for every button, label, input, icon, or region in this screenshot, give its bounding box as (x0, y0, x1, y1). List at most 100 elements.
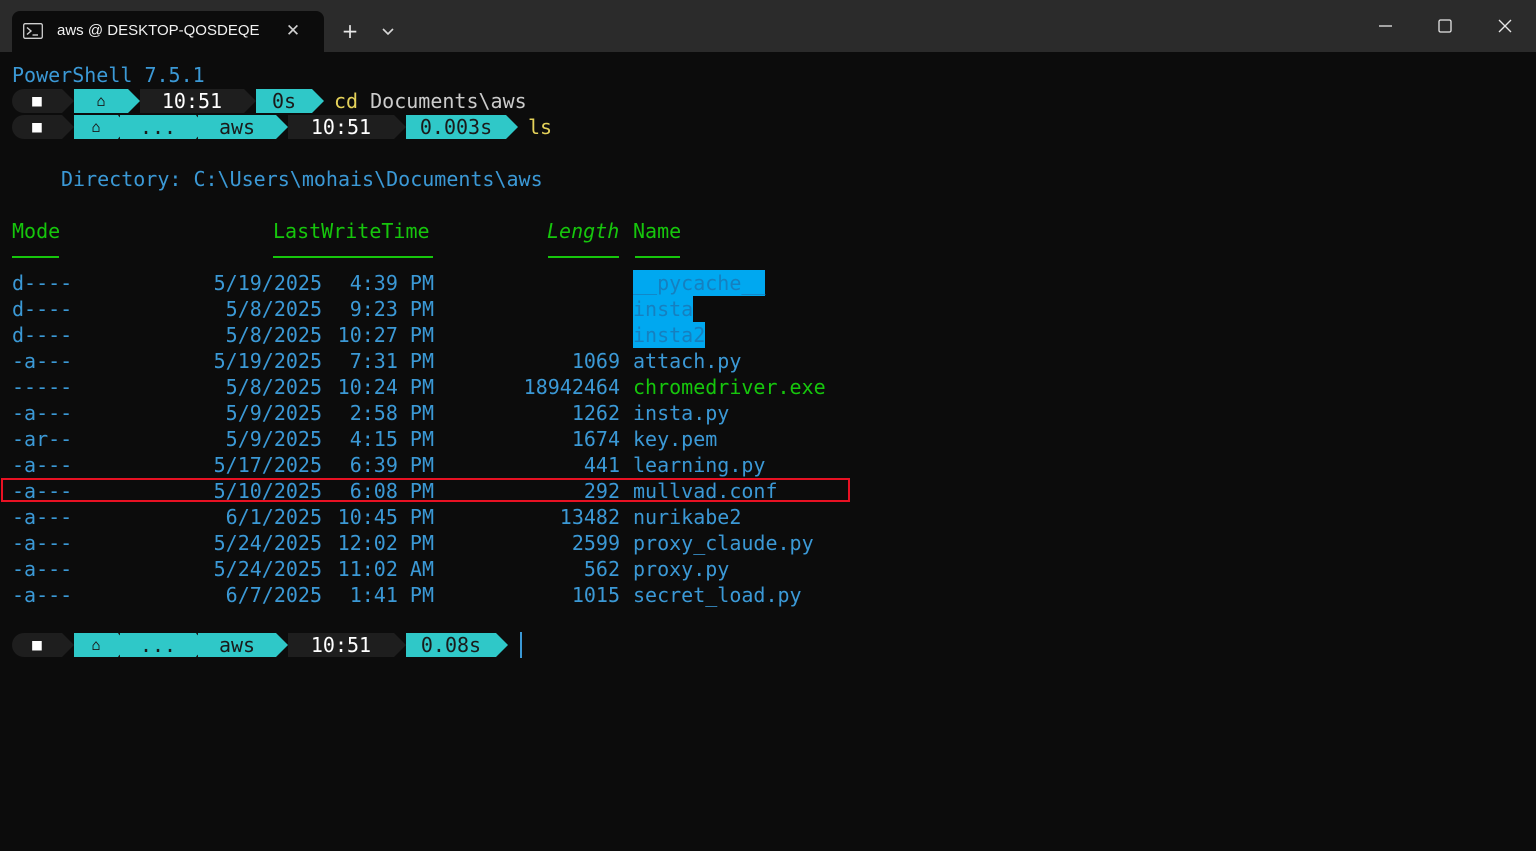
column-header-length: Length (547, 219, 620, 243)
prompt-segment: ... (120, 115, 196, 139)
table-row[interactable]: -a--- 5/24/2025 11:02 AM 562 proxy.py (0, 556, 860, 582)
mode-cell: d---- (12, 323, 73, 347)
prompt-segment: ... (120, 633, 196, 657)
length-cell: 1262 (571, 401, 620, 425)
mode-cell: -a--- (12, 583, 73, 607)
time-cell: 1:41 PM (349, 583, 434, 607)
table-row[interactable]: d---- 5/8/2025 9:23 PM insta (0, 296, 860, 322)
column-header-mode: Mode (12, 219, 61, 243)
length-cell: 1069 (571, 349, 620, 373)
prompt-segment: 0s (256, 89, 312, 113)
name-cell: insta.py (633, 401, 730, 425)
date-cell: 5/8/2025 (225, 323, 322, 347)
table-row[interactable]: -a--- 5/19/2025 7:31 PM 1069 attach.py (0, 348, 860, 374)
table-row[interactable]: -a--- 6/1/2025 10:45 PM 13482 nurikabe2 (0, 504, 860, 530)
date-cell: 5/9/2025 (225, 401, 322, 425)
command-text: ls (528, 114, 552, 140)
prompt-segment: 10:51 (140, 89, 244, 113)
time-cell: 4:39 PM (349, 271, 434, 295)
highlight-box (1, 478, 850, 502)
column-header-lastwritetime: LastWriteTime (273, 219, 430, 243)
column-header-name: Name (633, 219, 682, 243)
name-cell: secret_load.py (633, 583, 802, 607)
terminal-prompt-icon (23, 23, 43, 39)
prompt-segment: aws (198, 115, 276, 139)
name-cell: chromedriver.exe (633, 375, 826, 399)
close-window-button[interactable] (1482, 6, 1528, 46)
date-cell: 5/24/2025 (213, 557, 322, 581)
length-cell: 562 (583, 557, 620, 581)
square-icon: ■ (12, 633, 62, 657)
name-cell: proxy.py (633, 557, 730, 581)
prompt-segment: aws (198, 633, 276, 657)
date-cell: 6/7/2025 (225, 583, 322, 607)
mode-cell: d---- (12, 271, 73, 295)
powerline-arrow (506, 115, 518, 139)
table-row[interactable]: -ar-- 5/9/2025 4:15 PM 1674 key.pem (0, 426, 860, 452)
prompt-segment: 10:51 (288, 115, 394, 139)
time-cell: 10:45 PM (337, 505, 434, 529)
command-args: Documents\aws (358, 89, 527, 113)
minimize-button[interactable] (1362, 6, 1408, 46)
powerline-arrow (496, 633, 508, 657)
table-row[interactable]: -a--- 5/24/2025 12:02 PM 2599 proxy_claude.p… (0, 530, 860, 556)
name-cell: insta (633, 296, 694, 322)
table-row[interactable]: -a--- 6/7/2025 1:41 PM 1015 secret_load.py (0, 582, 860, 608)
date-cell: 5/8/2025 (225, 297, 322, 321)
time-cell: 12:02 PM (337, 531, 434, 555)
prompt-segment: 0.08s (406, 633, 496, 657)
prompt-segment: 10:51 (288, 633, 394, 657)
length-cell: 441 (583, 453, 620, 477)
title-bar: aws @ DESKTOP-QOSDEQE ✕ + (0, 0, 1536, 52)
chevron-down-icon[interactable] (372, 16, 404, 46)
tab-title: aws @ DESKTOP-QOSDEQE (57, 22, 260, 39)
table-row[interactable]: -a--- 5/17/2025 6:39 PM 441 learning.py (0, 452, 860, 478)
command-text: cd Documents\aws (334, 88, 527, 114)
mode-cell: ----- (12, 375, 73, 399)
tab-close-button[interactable]: ✕ (280, 19, 306, 43)
mode-cell: -a--- (12, 505, 73, 529)
length-cell: 2599 (571, 531, 620, 555)
time-cell: 10:24 PM (337, 375, 434, 399)
powerline-arrow (312, 89, 324, 113)
mode-cell: -a--- (12, 453, 73, 477)
name-cell: nurikabe2 (633, 505, 742, 529)
mode-cell: -ar-- (12, 427, 73, 451)
command-name: cd (334, 89, 359, 113)
mode-cell: d---- (12, 297, 73, 321)
header-underline (273, 256, 433, 258)
length-cell: 13482 (559, 505, 620, 529)
table-row[interactable]: ----- 5/8/2025 10:24 PM 18942464 chromedrive… (0, 374, 860, 400)
name-cell: __pycache__ (633, 270, 766, 296)
table-row[interactable]: -a--- 5/9/2025 2:58 PM 1262 insta.py (0, 400, 860, 426)
time-cell: 2:58 PM (349, 401, 434, 425)
new-tab-button[interactable]: + (334, 16, 366, 46)
date-cell: 5/9/2025 (225, 427, 322, 451)
date-cell: 5/19/2025 (213, 271, 322, 295)
text-cursor (520, 632, 522, 658)
home-icon: ⌂ (74, 633, 118, 657)
header-underline (548, 256, 619, 258)
tab-aws[interactable]: aws @ DESKTOP-QOSDEQE ✕ (12, 11, 324, 52)
maximize-button[interactable] (1422, 6, 1468, 46)
powershell-banner: PowerShell 7.5.1 (12, 63, 205, 87)
name-cell: insta2 (633, 322, 706, 348)
header-underline (635, 256, 680, 258)
name-cell: attach.py (633, 349, 742, 373)
home-icon: ⌂ (74, 115, 118, 139)
command-name: ls (528, 115, 553, 139)
time-cell: 9:23 PM (349, 297, 434, 321)
directory-label: Directory: C:\Users\mohais\Documents\aws (61, 167, 543, 191)
home-icon: ⌂ (74, 89, 128, 113)
prompt-segment: 0.003s (406, 115, 506, 139)
date-cell: 6/1/2025 (225, 505, 322, 529)
terminal-output[interactable]: PowerShell 7.5.1 ■ ⌂ 10:51 0s cd Documents\a… (0, 52, 1536, 851)
date-cell: 5/24/2025 (213, 531, 322, 555)
name-cell: proxy_claude.py (633, 531, 814, 555)
length-cell: 18942464 (523, 375, 620, 399)
name-cell: learning.py (633, 453, 766, 477)
mode-cell: -a--- (12, 557, 73, 581)
time-cell: 11:02 AM (337, 557, 434, 581)
table-row[interactable]: d---- 5/8/2025 10:27 PM insta2 (0, 322, 860, 348)
table-row[interactable]: d---- 5/19/2025 4:39 PM __pycache__ (0, 270, 860, 296)
